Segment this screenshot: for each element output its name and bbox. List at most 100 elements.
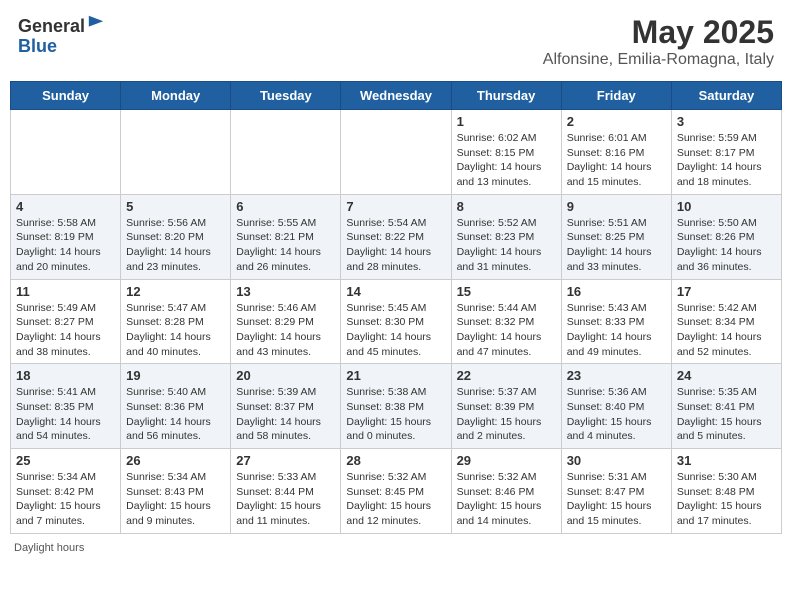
calendar-day-cell: 31 Sunrise: 5:30 AMSunset: 8:48 PMDayligh… [671, 449, 781, 534]
calendar-day-header: Thursday [451, 82, 561, 110]
calendar-day-cell [11, 110, 121, 195]
calendar-table: SundayMondayTuesdayWednesdayThursdayFrid… [10, 81, 782, 534]
calendar-week-row: 25 Sunrise: 5:34 AMSunset: 8:42 PMDayligh… [11, 449, 782, 534]
calendar-day-cell: 19Sunrise: 5:40 AMSunset: 8:36 PMDayligh… [121, 364, 231, 449]
calendar-day-cell: 28Sunrise: 5:32 AMSunset: 8:45 PMDayligh… [341, 449, 451, 534]
calendar-day-cell: 29Sunrise: 5:32 AMSunset: 8:46 PMDayligh… [451, 449, 561, 534]
day-info: Sunrise: 5:30 AMSunset: 8:48 PMDaylight:… [677, 470, 776, 529]
day-number: 10 [677, 199, 776, 214]
calendar-day-cell: 30Sunrise: 5:31 AMSunset: 8:47 PMDayligh… [561, 449, 671, 534]
calendar-day-cell: 22Sunrise: 5:37 AMSunset: 8:39 PMDayligh… [451, 364, 561, 449]
calendar-day-cell: 3 Sunrise: 5:59 AMSunset: 8:17 PMDaylight… [671, 110, 781, 195]
calendar-day-cell: 7Sunrise: 5:54 AMSunset: 8:22 PMDaylight… [341, 194, 451, 279]
calendar-day-header: Sunday [11, 82, 121, 110]
logo-flag-icon [87, 14, 105, 32]
day-number: 6 [236, 199, 335, 214]
day-number: 1 [457, 114, 556, 129]
calendar-week-row: 1 Sunrise: 6:02 AMSunset: 8:15 PMDaylight… [11, 110, 782, 195]
day-number: 19 [126, 368, 225, 383]
day-info: Sunrise: 5:55 AMSunset: 8:21 PMDaylight:… [236, 216, 335, 275]
calendar-day-cell: 25 Sunrise: 5:34 AMSunset: 8:42 PMDayligh… [11, 449, 121, 534]
calendar-day-cell: 1 Sunrise: 6:02 AMSunset: 8:15 PMDaylight… [451, 110, 561, 195]
location-title: Alfonsine, Emilia-Romagna, Italy [543, 51, 774, 69]
day-info: Sunrise: 6:01 AMSunset: 8:16 PMDaylight:… [567, 131, 666, 190]
day-info: Sunrise: 5:47 AMSunset: 8:28 PMDaylight:… [126, 301, 225, 360]
calendar-week-row: 4 Sunrise: 5:58 AMSunset: 8:19 PMDaylight… [11, 194, 782, 279]
calendar-day-cell [121, 110, 231, 195]
day-info: Sunrise: 5:56 AMSunset: 8:20 PMDaylight:… [126, 216, 225, 275]
calendar-day-cell: 10 Sunrise: 5:50 AMSunset: 8:26 PMDayligh… [671, 194, 781, 279]
day-info: Sunrise: 5:32 AMSunset: 8:46 PMDaylight:… [457, 470, 556, 529]
day-number: 30 [567, 453, 666, 468]
day-info: Sunrise: 6:02 AMSunset: 8:15 PMDaylight:… [457, 131, 556, 190]
day-info: Sunrise: 5:44 AMSunset: 8:32 PMDaylight:… [457, 301, 556, 360]
day-info: Sunrise: 5:52 AMSunset: 8:23 PMDaylight:… [457, 216, 556, 275]
month-title: May 2025 [543, 14, 774, 51]
logo-general: General [18, 16, 85, 36]
day-number: 26 [126, 453, 225, 468]
day-number: 17 [677, 284, 776, 299]
calendar-day-cell: 12 Sunrise: 5:47 AMSunset: 8:28 PMDayligh… [121, 279, 231, 364]
calendar-day-cell: 17 Sunrise: 5:42 AMSunset: 8:34 PMDayligh… [671, 279, 781, 364]
day-number: 18 [16, 368, 115, 383]
calendar-day-cell: 8 Sunrise: 5:52 AMSunset: 8:23 PMDaylight… [451, 194, 561, 279]
day-number: 13 [236, 284, 335, 299]
day-number: 14 [346, 284, 445, 299]
calendar-day-cell: 24Sunrise: 5:35 AMSunset: 8:41 PMDayligh… [671, 364, 781, 449]
calendar-day-cell: 23 Sunrise: 5:36 AMSunset: 8:40 PMDayligh… [561, 364, 671, 449]
calendar-day-cell: 16 Sunrise: 5:43 AMSunset: 8:33 PMDayligh… [561, 279, 671, 364]
calendar-day-cell: 13 Sunrise: 5:46 AMSunset: 8:29 PMDayligh… [231, 279, 341, 364]
day-info: Sunrise: 5:46 AMSunset: 8:29 PMDaylight:… [236, 301, 335, 360]
calendar-day-header: Saturday [671, 82, 781, 110]
day-info: Sunrise: 5:36 AMSunset: 8:40 PMDaylight:… [567, 385, 666, 444]
calendar-header-row: SundayMondayTuesdayWednesdayThursdayFrid… [11, 82, 782, 110]
calendar-day-header: Wednesday [341, 82, 451, 110]
day-number: 21 [346, 368, 445, 383]
day-info: Sunrise: 5:42 AMSunset: 8:34 PMDaylight:… [677, 301, 776, 360]
day-number: 5 [126, 199, 225, 214]
footer-note: Daylight hours [10, 540, 782, 556]
day-number: 8 [457, 199, 556, 214]
day-number: 7 [346, 199, 445, 214]
day-number: 4 [16, 199, 115, 214]
calendar-day-cell [231, 110, 341, 195]
logo-blue: Blue [18, 36, 57, 56]
day-info: Sunrise: 5:43 AMSunset: 8:33 PMDaylight:… [567, 301, 666, 360]
calendar-day-header: Tuesday [231, 82, 341, 110]
day-number: 3 [677, 114, 776, 129]
day-info: Sunrise: 5:45 AMSunset: 8:30 PMDaylight:… [346, 301, 445, 360]
calendar-day-cell: 6 Sunrise: 5:55 AMSunset: 8:21 PMDaylight… [231, 194, 341, 279]
day-info: Sunrise: 5:34 AMSunset: 8:42 PMDaylight:… [16, 470, 115, 529]
day-info: Sunrise: 5:50 AMSunset: 8:26 PMDaylight:… [677, 216, 776, 275]
day-info: Sunrise: 5:58 AMSunset: 8:19 PMDaylight:… [16, 216, 115, 275]
calendar-day-cell: 2Sunrise: 6:01 AMSunset: 8:16 PMDaylight… [561, 110, 671, 195]
calendar-week-row: 11Sunrise: 5:49 AMSunset: 8:27 PMDayligh… [11, 279, 782, 364]
day-info: Sunrise: 5:37 AMSunset: 8:39 PMDaylight:… [457, 385, 556, 444]
day-number: 27 [236, 453, 335, 468]
title-area: May 2025 Alfonsine, Emilia-Romagna, Ital… [543, 14, 774, 69]
day-number: 16 [567, 284, 666, 299]
calendar-day-cell: 5 Sunrise: 5:56 AMSunset: 8:20 PMDaylight… [121, 194, 231, 279]
day-number: 31 [677, 453, 776, 468]
day-info: Sunrise: 5:34 AMSunset: 8:43 PMDaylight:… [126, 470, 225, 529]
calendar-day-cell: 26 Sunrise: 5:34 AMSunset: 8:43 PMDayligh… [121, 449, 231, 534]
day-number: 12 [126, 284, 225, 299]
calendar-day-cell: 14 Sunrise: 5:45 AMSunset: 8:30 PMDayligh… [341, 279, 451, 364]
day-info: Sunrise: 5:51 AMSunset: 8:25 PMDaylight:… [567, 216, 666, 275]
day-number: 28 [346, 453, 445, 468]
day-number: 25 [16, 453, 115, 468]
day-info: Sunrise: 5:41 AMSunset: 8:35 PMDaylight:… [16, 385, 115, 444]
calendar-week-row: 18 Sunrise: 5:41 AMSunset: 8:35 PMDayligh… [11, 364, 782, 449]
day-number: 23 [567, 368, 666, 383]
calendar-day-cell: 15 Sunrise: 5:44 AMSunset: 8:32 PMDayligh… [451, 279, 561, 364]
logo: General Blue [18, 14, 105, 57]
day-number: 15 [457, 284, 556, 299]
day-info: Sunrise: 5:33 AMSunset: 8:44 PMDaylight:… [236, 470, 335, 529]
calendar-day-cell: 27 Sunrise: 5:33 AMSunset: 8:44 PMDayligh… [231, 449, 341, 534]
calendar-day-cell: 4 Sunrise: 5:58 AMSunset: 8:19 PMDaylight… [11, 194, 121, 279]
day-info: Sunrise: 5:39 AMSunset: 8:37 PMDaylight:… [236, 385, 335, 444]
page-header: General Blue May 2025 Alfonsine, Emilia-… [10, 10, 782, 73]
day-info: Sunrise: 5:49 AMSunset: 8:27 PMDaylight:… [16, 301, 115, 360]
day-info: Sunrise: 5:59 AMSunset: 8:17 PMDaylight:… [677, 131, 776, 190]
day-number: 9 [567, 199, 666, 214]
